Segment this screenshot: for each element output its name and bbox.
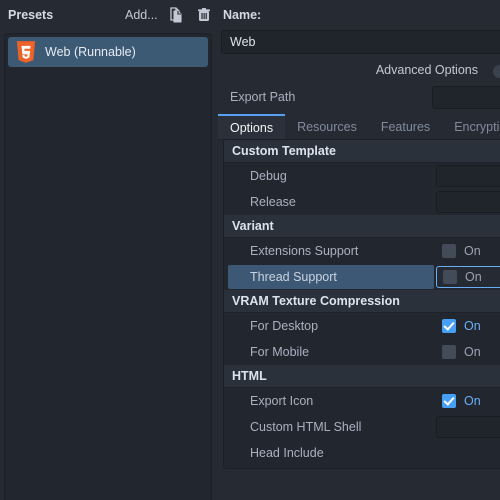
property-label-wrap: Debug — [228, 164, 434, 188]
tab-features[interactable]: Features — [369, 114, 442, 139]
property-label: Extensions Support — [250, 244, 359, 258]
export-path-label: Export Path — [230, 90, 296, 104]
property-label-wrap: Head Include — [228, 441, 434, 465]
property-label-wrap: Export Icon — [228, 389, 434, 413]
property-label-wrap: Extensions Support — [228, 239, 434, 263]
property-label-wrap: For Desktop — [228, 314, 434, 338]
section-html: HTML — [224, 365, 500, 388]
settings-tab-bar: Options Resources Features Encryption — [218, 114, 500, 140]
property-row-custom-html-shell[interactable]: Custom HTML Shell — [224, 414, 500, 440]
name-label: Name: — [223, 8, 262, 22]
property-label: Thread Support — [250, 270, 337, 284]
property-label-wrap: Thread Support — [228, 265, 434, 289]
head-include-textarea[interactable] — [242, 468, 500, 469]
property-label-wrap: Custom HTML Shell — [228, 415, 434, 439]
html5-logo-icon — [16, 41, 36, 63]
trash-icon[interactable] — [195, 6, 213, 24]
extensions-support-checkbox[interactable] — [442, 244, 456, 258]
for-mobile-checkbox[interactable] — [442, 345, 456, 359]
property-row-debug[interactable]: Debug — [224, 163, 500, 189]
head-include-textarea-row — [224, 466, 500, 469]
export-icon-checkbox[interactable] — [442, 394, 456, 408]
presets-title: Presets — [8, 8, 54, 22]
section-variant: Variant — [224, 215, 500, 238]
property-value: On — [436, 315, 500, 337]
property-value: On — [436, 341, 500, 363]
tab-options[interactable]: Options — [218, 114, 286, 139]
property-row-for-mobile[interactable]: For Mobile On — [224, 339, 500, 365]
section-vram-texture-compression: VRAM Texture Compression — [224, 290, 500, 313]
duplicate-icon[interactable] — [167, 6, 185, 24]
section-custom-template: Custom Template — [224, 140, 500, 163]
debug-template-input[interactable] — [436, 165, 500, 187]
tab-encryption[interactable]: Encryption — [442, 114, 500, 139]
preset-item-web[interactable]: Web (Runnable) — [8, 37, 208, 67]
property-label: Head Include — [250, 446, 324, 460]
property-label: For Desktop — [250, 319, 319, 333]
property-label: Custom HTML Shell — [250, 420, 362, 434]
property-label: For Mobile — [250, 345, 310, 359]
property-label-wrap: For Mobile — [228, 340, 434, 364]
checkbox-state-label: On — [464, 394, 481, 408]
checkbox-state-label: On — [464, 345, 481, 359]
property-value: On — [436, 240, 500, 262]
property-row-head-include[interactable]: Head Include — [224, 440, 500, 466]
advanced-options-label[interactable]: Advanced Options — [376, 63, 478, 77]
property-label: Export Icon — [250, 394, 314, 408]
export-path-row: Export Path — [218, 85, 500, 110]
property-row-export-icon[interactable]: Export Icon On — [224, 388, 500, 414]
custom-html-shell-input[interactable] — [436, 416, 500, 438]
for-desktop-checkbox[interactable] — [442, 319, 456, 333]
release-template-input[interactable] — [436, 191, 500, 213]
export-path-input[interactable] — [432, 86, 500, 109]
export-settings-panel: Name: Web Advanced Options Export Path O… — [218, 0, 500, 500]
presets-panel: Presets Add... Web (Runnable) — [0, 0, 214, 500]
property-value: On — [436, 266, 500, 288]
add-preset-button[interactable]: Add... — [122, 7, 161, 23]
property-label-wrap: Release — [228, 190, 434, 214]
checkbox-state-label: On — [464, 244, 481, 258]
property-row-for-desktop[interactable]: For Desktop On — [224, 313, 500, 339]
advanced-options-toggle[interactable] — [493, 65, 500, 78]
property-row-extensions-support[interactable]: Extensions Support On — [224, 238, 500, 264]
property-row-release[interactable]: Release — [224, 189, 500, 215]
property-row-thread-support[interactable]: Thread Support On — [224, 264, 500, 290]
export-dialog: Presets Add... Web (Runnable) Name: Web … — [0, 0, 500, 500]
advanced-options-row: Advanced Options — [218, 60, 500, 82]
property-label: Release — [250, 195, 296, 209]
presets-header: Presets Add... — [0, 0, 214, 30]
checkbox-state-label: On — [465, 270, 482, 284]
preset-item-label: Web (Runnable) — [45, 45, 136, 59]
property-label: Debug — [250, 169, 287, 183]
property-value: On — [436, 390, 500, 412]
preset-name-input[interactable]: Web — [221, 30, 500, 54]
presets-list[interactable]: Web (Runnable) — [4, 33, 212, 500]
thread-support-checkbox[interactable] — [443, 270, 457, 284]
tab-resources[interactable]: Resources — [285, 114, 369, 139]
checkbox-state-label: On — [464, 319, 481, 333]
properties-list[interactable]: Custom Template Debug Release Variant Ex… — [223, 139, 500, 469]
